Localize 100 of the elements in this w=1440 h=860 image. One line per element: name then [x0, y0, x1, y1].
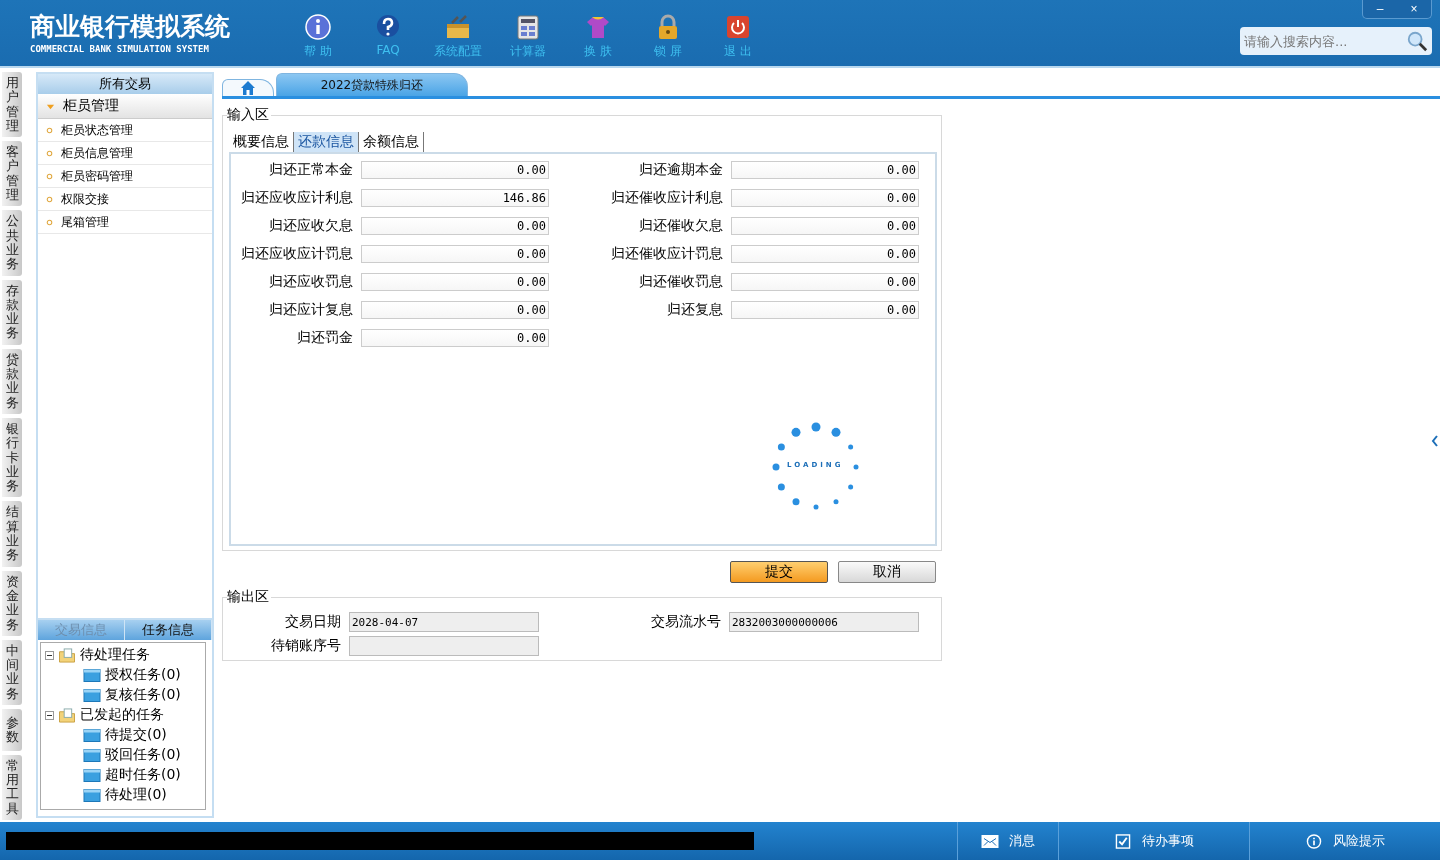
menu-item[interactable]: 尾箱管理 [61, 213, 109, 231]
menu-item[interactable]: 柜员状态管理 [61, 121, 133, 139]
bullet-icon [46, 149, 53, 157]
folder-icon [83, 667, 101, 683]
side-tab[interactable]: 中间业务 [2, 639, 22, 705]
side-tab[interactable]: 公共业务 [2, 210, 22, 276]
tree-item[interactable]: 待处理(0) [105, 786, 167, 804]
menu-item[interactable]: 柜员信息管理 [61, 144, 133, 162]
home-icon [240, 80, 256, 96]
folder-document-icon [58, 647, 76, 663]
status-item[interactable]: 风险提示 [1249, 822, 1440, 860]
side-tab[interactable]: 结算业务 [2, 501, 22, 567]
section-title: 输出区 [227, 588, 271, 606]
tree-item[interactable]: 超时任务(0) [105, 766, 181, 784]
page-tab[interactable]: 2022贷款特殊归还 [276, 73, 468, 96]
field-label: 归还催收罚息 [639, 273, 723, 291]
field-label: 归还应计复息 [269, 301, 353, 319]
readonly-field[interactable]: 2832003000000006 [729, 612, 919, 632]
form-tab[interactable]: 余额信息 [359, 132, 424, 152]
side-tab[interactable]: 用户管理 [2, 72, 22, 138]
collapse-icon[interactable] [45, 710, 54, 720]
search-icon[interactable] [1406, 30, 1428, 52]
field-label: 归还应收罚息 [269, 273, 353, 291]
bullet-icon [46, 126, 53, 134]
cancel-button[interactable]: 取消 [838, 561, 936, 583]
tree-item[interactable]: 驳回任务(0) [105, 746, 181, 764]
tree-item[interactable]: 已发起的任务 [80, 706, 164, 724]
tree-item[interactable]: 待处理任务 [80, 646, 150, 664]
bullet-icon [46, 218, 53, 226]
search-field[interactable]: 请输入搜索内容... [1240, 27, 1432, 55]
field-label: 归还罚金 [297, 329, 353, 347]
readonly-field[interactable] [349, 636, 539, 656]
home-tab[interactable] [222, 79, 274, 96]
amount-field[interactable]: 0.00 [731, 217, 919, 235]
field-label: 归还催收应计利息 [611, 189, 723, 207]
submit-button[interactable]: 提交 [730, 561, 828, 583]
mail-icon [981, 833, 999, 849]
field-label: 待销账序号 [271, 637, 341, 655]
tree-item[interactable]: 复核任务(0) [105, 686, 181, 704]
calculator-icon[interactable] [514, 12, 542, 41]
amount-field[interactable]: 0.00 [361, 301, 549, 319]
form-tab[interactable]: 还款信息 [294, 132, 359, 152]
minimize-button[interactable]: – [1363, 0, 1397, 18]
folder-icon [83, 727, 101, 743]
field-label: 归还应收欠息 [269, 217, 353, 235]
amount-field[interactable]: 0.00 [361, 161, 549, 179]
field-label: 交易日期 [285, 613, 341, 631]
toolbox-icon[interactable] [444, 12, 472, 41]
amount-field[interactable]: 0.00 [731, 301, 919, 319]
folder-icon [83, 747, 101, 763]
tree-item[interactable]: 待提交(0) [105, 726, 167, 744]
spinner-icon [771, 422, 861, 512]
side-tab[interactable]: 贷款业务 [2, 348, 22, 414]
info-icon [1305, 833, 1323, 849]
collapse-icon[interactable] [45, 650, 54, 660]
app-title: 商业银行模拟系统 [30, 12, 231, 42]
amount-field[interactable]: 0.00 [731, 273, 919, 291]
field-label: 归还应收应计利息 [241, 189, 353, 207]
amount-field[interactable]: 146.86 [361, 189, 549, 207]
checkbox-icon [1114, 833, 1132, 849]
close-button[interactable]: × [1397, 0, 1431, 18]
panel-tab[interactable]: 任务信息 [125, 620, 212, 640]
amount-field[interactable]: 0.00 [361, 245, 549, 263]
group-label: 柜员管理 [63, 97, 119, 115]
field-label: 归还催收应计罚息 [611, 245, 723, 263]
field-label: 归还逾期本金 [639, 161, 723, 179]
amount-field[interactable]: 0.00 [361, 329, 549, 347]
side-tab[interactable]: 资金业务 [2, 570, 22, 636]
amount-field[interactable]: 0.00 [731, 245, 919, 263]
status-item[interactable]: 待办事项 [1058, 822, 1249, 860]
readonly-field[interactable]: 2028-04-07 [349, 612, 539, 632]
tree-item[interactable]: 授权任务(0) [105, 666, 181, 684]
status-item[interactable]: 消息 [957, 822, 1058, 860]
field-label: 归还复息 [667, 301, 723, 319]
side-tab[interactable]: 客户管理 [2, 141, 22, 207]
bullet-icon [46, 172, 53, 180]
panel-title: 所有交易 [38, 74, 212, 94]
side-tab[interactable]: 银行卡业务 [2, 417, 22, 498]
app-subtitle: COMMERCIAL BANK SIMULATION SYSTEM [30, 44, 210, 54]
folder-icon [83, 687, 101, 703]
folder-icon [83, 767, 101, 783]
amount-field[interactable]: 0.00 [361, 273, 549, 291]
amount-field[interactable]: 0.00 [731, 189, 919, 207]
menu-item[interactable]: 柜员密码管理 [61, 167, 133, 185]
amount-field[interactable]: 0.00 [731, 161, 919, 179]
folder-icon [83, 787, 101, 803]
side-tab[interactable]: 参数 [2, 709, 22, 751]
menu-group[interactable]: 柜员管理 [38, 94, 212, 119]
field-label: 归还正常本金 [269, 161, 353, 179]
side-tab[interactable]: 存款业务 [2, 279, 22, 345]
bullet-icon [46, 195, 53, 203]
field-label: 归还催收欠息 [639, 217, 723, 235]
section-title: 输入区 [227, 106, 271, 124]
folder-document-icon [58, 707, 76, 723]
menu-item[interactable]: 权限交接 [61, 190, 109, 208]
side-tab[interactable]: 常用工具 [2, 754, 22, 820]
amount-field[interactable]: 0.00 [361, 217, 549, 235]
chevron-left-icon[interactable] [1431, 435, 1439, 447]
info-icon[interactable] [304, 12, 332, 41]
field-label: 交易流水号 [651, 613, 721, 631]
